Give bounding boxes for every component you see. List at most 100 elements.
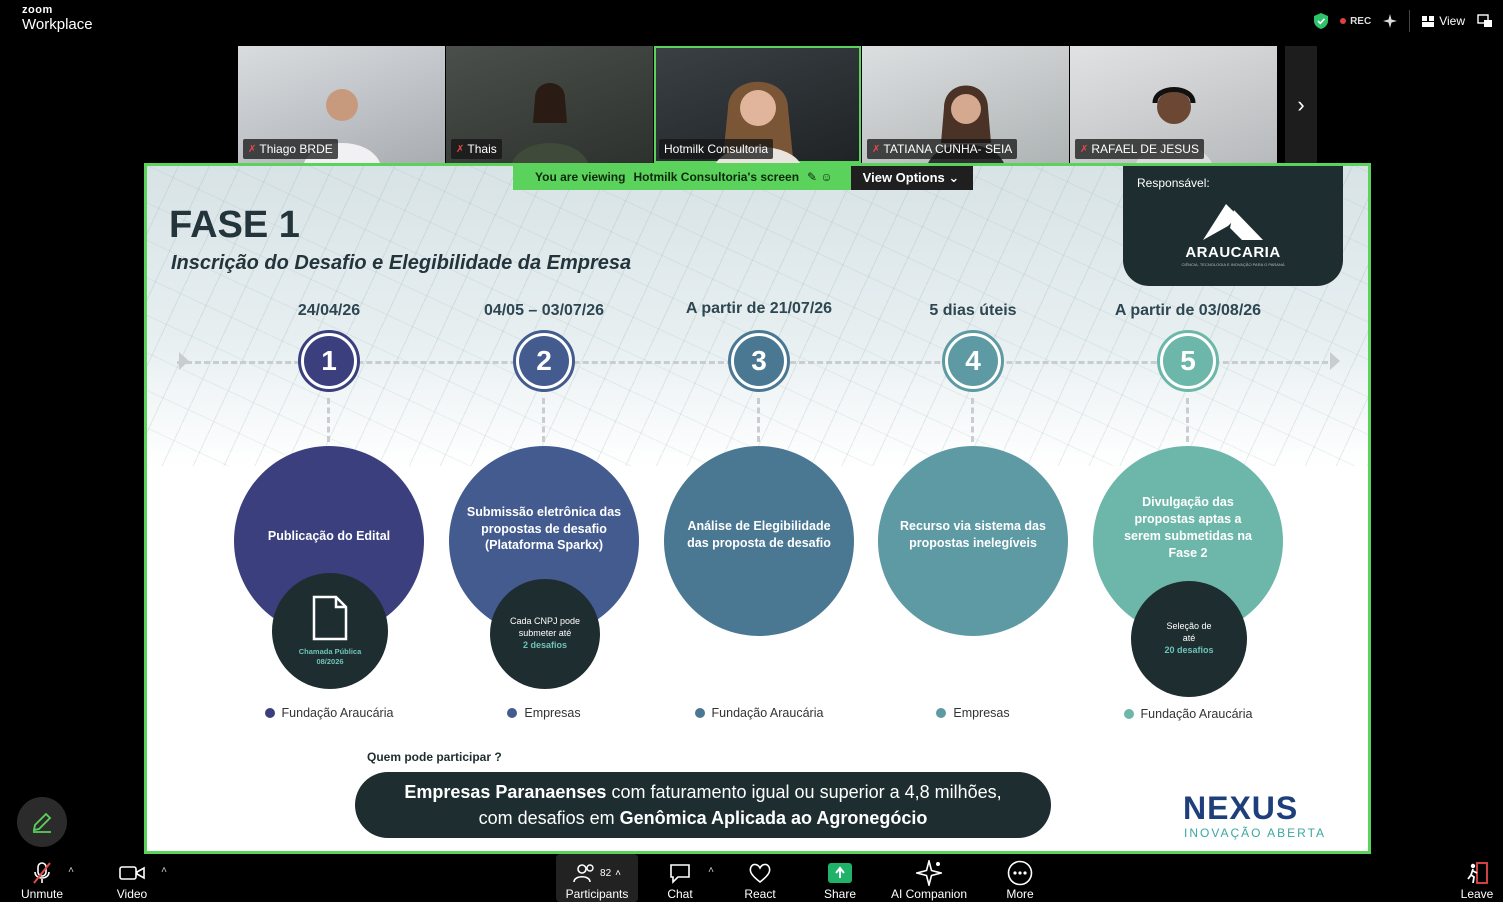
annotate-icon: ✎ ☺ xyxy=(807,170,833,184)
video-camera-icon xyxy=(119,866,145,880)
step-text: Recurso via sistema das propostas ineleg… xyxy=(900,519,1046,550)
step-number-label: 5 xyxy=(1163,336,1213,386)
rec-label: REC xyxy=(1350,15,1372,27)
step-owner: Fundação Araucária xyxy=(219,706,439,720)
document-icon xyxy=(312,596,348,641)
video-tile-active-speaker[interactable]: Hotmilk Consultoria xyxy=(654,46,861,163)
share-button[interactable]: Share xyxy=(818,854,862,902)
pill-line-1: Empresas Paranaenses com faturamento igu… xyxy=(404,779,1001,805)
share-label: Share xyxy=(823,887,857,901)
chat-bubble-icon xyxy=(670,864,690,884)
chat-button[interactable]: ˄ Chat xyxy=(658,854,714,902)
recording-indicator[interactable]: REC xyxy=(1340,16,1371,27)
unmute-button[interactable]: ˄ Unmute xyxy=(18,854,74,902)
heart-icon xyxy=(749,863,771,884)
step-circle: Recurso via sistema das propostas ineleg… xyxy=(878,446,1068,636)
mic-muted-icon xyxy=(33,862,51,884)
pill-rest-1: com faturamento igual ou superior a 4,8 … xyxy=(606,781,1002,802)
chevron-up-icon[interactable]: ˄ xyxy=(708,865,714,876)
top-right-controls: REC View xyxy=(1314,10,1493,32)
logo-top: zoom xyxy=(22,4,53,16)
fullscreen-icon[interactable] xyxy=(1477,14,1493,28)
view-options-button[interactable]: View Options ⌄ xyxy=(850,166,974,190)
owner-dot-icon xyxy=(936,708,947,718)
more-dots-icon xyxy=(1007,860,1033,886)
ai-companion-button[interactable]: AI Companion xyxy=(888,854,970,902)
step-date: A partir de 21/07/26 xyxy=(685,300,833,317)
slide-title: FASE 1 xyxy=(169,204,300,246)
pill-line-2: com desafios em Genômica Aplicada ao Agr… xyxy=(479,805,928,831)
leave-label: Leave xyxy=(1460,887,1494,901)
video-button[interactable]: ˄ Video xyxy=(110,854,167,902)
owner-dot-icon xyxy=(1123,709,1134,719)
step-number: 3 xyxy=(728,330,790,392)
view-options-label: View Options xyxy=(862,170,945,185)
chevron-up-icon[interactable]: ˄ xyxy=(161,865,167,876)
chevron-right-icon: › xyxy=(1297,91,1305,117)
participant-name-label: ✗ Thais xyxy=(451,139,502,159)
step-owner-label: Empresas xyxy=(524,706,581,720)
view-label: View xyxy=(1439,14,1465,28)
step-number-label: 2 xyxy=(519,336,569,386)
participant-name-label: Hotmilk Consultoria xyxy=(659,139,774,159)
participant-video-icon xyxy=(511,83,588,163)
viewing-banner: You are viewing Hotmilk Consultoria's scr… xyxy=(513,166,974,190)
araucaria-tagline: CIÊNCIA, TECNOLOGIA E INOVAÇÃO PARA O PA… xyxy=(1181,262,1285,267)
leave-button[interactable]: Leave xyxy=(1456,854,1498,902)
divider xyxy=(1409,10,1411,32)
step-date: A partir de 03/08/26 xyxy=(1114,302,1262,319)
video-tile[interactable]: ✗ Thiago BRDE xyxy=(238,46,445,163)
react-button[interactable]: React xyxy=(738,854,782,902)
participant-name: Hotmilk Consultoria xyxy=(664,142,769,156)
step-owner: Fundação Araucária xyxy=(1078,707,1298,721)
step-owner-label: Fundação Araucária xyxy=(711,706,824,720)
step-number: 5 xyxy=(1157,330,1219,392)
unmute-label: Unmute xyxy=(20,887,64,901)
araucaria-logo-icon xyxy=(1203,204,1263,240)
step-detail-highlight: 20 desafios xyxy=(1164,644,1214,655)
ai-sparkle-icon[interactable] xyxy=(1383,14,1398,28)
participants-button[interactable]: 82 ˄ Participants xyxy=(556,854,638,902)
chevron-up-icon[interactable]: ˄ xyxy=(615,868,621,879)
mic-muted-icon: ✗ xyxy=(872,143,881,155)
araucaria-brand: ARAUCARIA xyxy=(1185,244,1281,261)
step-detail-text: Cada CNPJ pode submeter até xyxy=(509,616,581,639)
more-button[interactable]: More xyxy=(998,854,1042,902)
viewing-message: You are viewing Hotmilk Consultoria's scr… xyxy=(513,166,851,190)
grid-view-icon xyxy=(1422,15,1435,27)
video-tile[interactable]: ✗ Thais xyxy=(446,46,653,163)
logo-bottom: Workplace xyxy=(22,16,93,33)
chevron-up-icon[interactable]: ˄ xyxy=(68,865,74,876)
pill-bold-2: Genômica Aplicada ao Agronegócio xyxy=(619,808,928,828)
timeline-arrow-right-icon xyxy=(1330,352,1340,370)
step-number-label: 3 xyxy=(734,336,784,386)
step-date: 24/04/26 xyxy=(297,302,361,319)
video-label: Video xyxy=(116,887,148,901)
share-screen-icon xyxy=(828,863,852,883)
step-text: Divulgação das propostas aptas a serem s… xyxy=(1124,495,1252,560)
step-number-label: 1 xyxy=(304,336,354,386)
owner-dot-icon xyxy=(507,708,518,718)
step-date: 04/05 – 03/07/26 xyxy=(483,302,605,319)
video-tile[interactable]: ✗ RAFAEL DE JESUS xyxy=(1070,46,1277,163)
step-number-label: 4 xyxy=(948,336,998,386)
next-page-button[interactable]: › xyxy=(1285,46,1317,163)
step-detail-text: Seleção de até xyxy=(1166,621,1212,644)
step-detail-circle: Seleção de até 20 desafios xyxy=(1131,581,1247,697)
view-button[interactable]: View xyxy=(1422,14,1465,28)
mic-muted-icon: ✗ xyxy=(1080,143,1089,155)
slide-subtitle: Inscrição do Desafio e Elegibilidade da … xyxy=(171,252,632,274)
step-detail-circle: Chamada Pública 08/2026 xyxy=(272,573,388,689)
step-owner-label: Fundação Araucária xyxy=(1140,707,1253,721)
react-label: React xyxy=(744,887,776,901)
pencil-icon xyxy=(32,812,52,833)
step-owner: Empresas xyxy=(434,706,654,720)
nexus-logo: NEXUS xyxy=(1183,790,1299,826)
annotate-pencil-button[interactable] xyxy=(17,797,67,847)
step-date: 5 dias úteis xyxy=(929,302,1017,319)
security-shield-icon[interactable] xyxy=(1314,13,1329,29)
step-number: 2 xyxy=(513,330,575,392)
meeting-toolbar: ˄ Unmute ˄ Video 82 ˄ Participants ˄ Chat… xyxy=(0,854,1503,902)
step-text: Publicação do Edital xyxy=(267,528,391,543)
video-tile[interactable]: ✗ TATIANA CUNHA- SEIA xyxy=(862,46,1069,163)
